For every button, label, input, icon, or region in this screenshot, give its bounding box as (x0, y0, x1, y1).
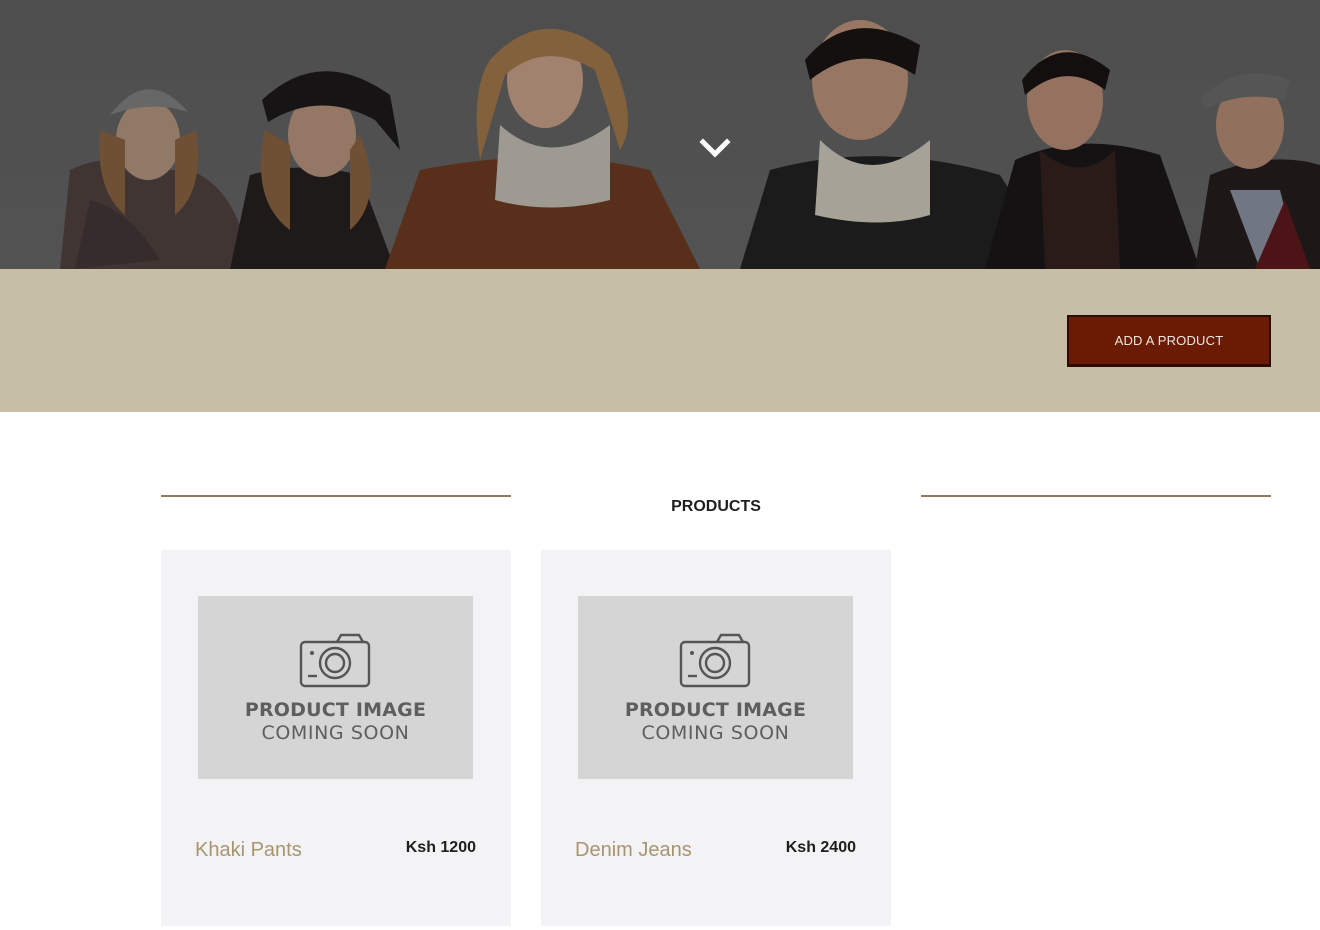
product-card[interactable]: PRODUCT IMAGE COMING SOON Denim Jeans Ks… (541, 550, 891, 926)
chevron-down-icon[interactable] (697, 134, 733, 164)
section-divider-right (921, 495, 1271, 497)
placeholder-text-line2: COMING SOON (261, 722, 410, 744)
section-divider-left (161, 495, 511, 497)
product-card[interactable]: PRODUCT IMAGE COMING SOON Khaki Pants Ks… (161, 550, 511, 926)
placeholder-text-line1: PRODUCT IMAGE (624, 699, 807, 721)
product-price: Ksh 1200 (405, 839, 476, 856)
product-name[interactable]: Khaki Pants (195, 839, 302, 862)
hero-people-image (0, 0, 1320, 269)
product-image-placeholder: PRODUCT IMAGE COMING SOON (198, 596, 473, 779)
placeholder-text-line1: PRODUCT IMAGE (244, 699, 427, 721)
add-product-button[interactable]: ADD A PRODUCT (1067, 315, 1271, 367)
placeholder-text-line2: COMING SOON (641, 722, 790, 744)
camera-icon (299, 633, 371, 688)
product-price: Ksh 2400 (785, 839, 856, 856)
camera-icon (679, 633, 751, 688)
product-image-placeholder: PRODUCT IMAGE COMING SOON (578, 596, 853, 779)
product-name[interactable]: Denim Jeans (575, 839, 692, 862)
section-title: PRODUCTS (671, 498, 761, 515)
hero-banner (0, 0, 1320, 269)
